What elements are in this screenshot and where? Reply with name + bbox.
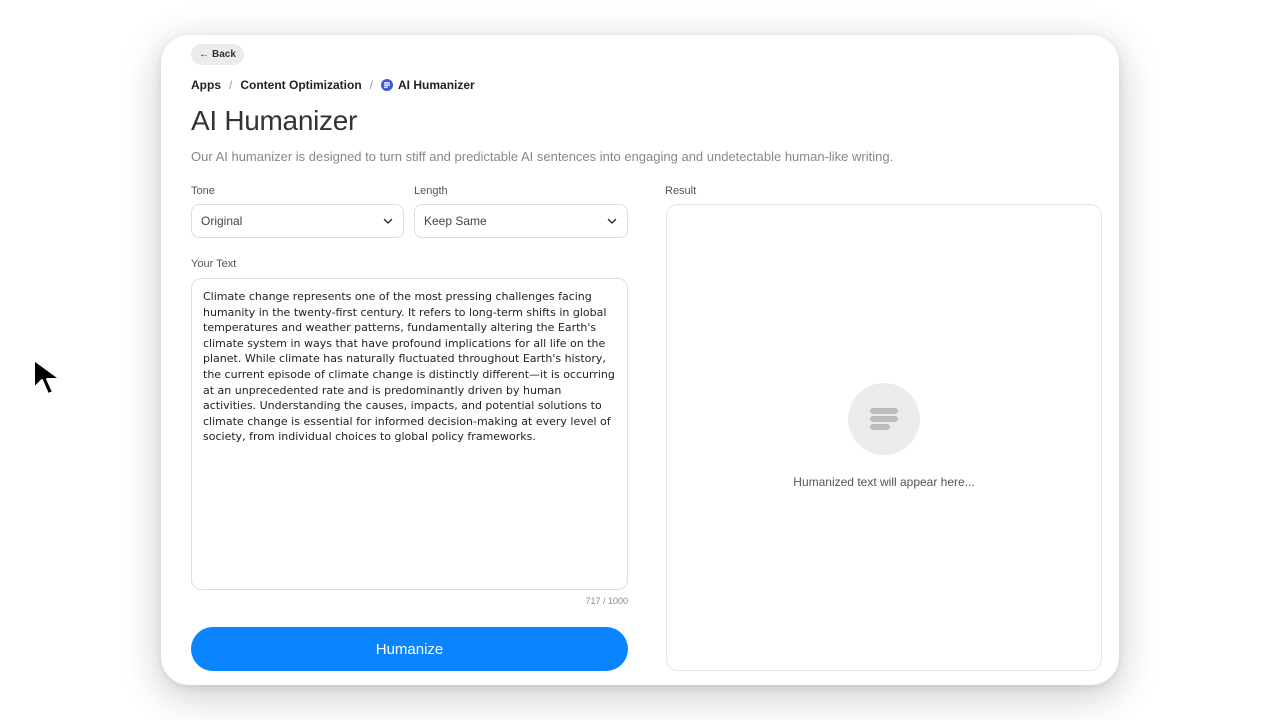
length-label: Length [414,185,448,197]
breadcrumb: Apps / Content Optimization / AI Humaniz… [191,78,475,92]
result-placeholder: Humanized text will appear here... [793,475,975,489]
app-window: ← Back Apps / Content Optimization / AI … [161,35,1119,685]
chevron-down-icon [383,218,393,224]
humanizer-app-icon [381,79,394,91]
tone-value: Original [201,214,243,228]
page-description: Our AI humanizer is designed to turn sti… [191,149,894,164]
breadcrumb-apps[interactable]: Apps [191,78,221,92]
breadcrumb-current: AI Humanizer [398,78,475,92]
breadcrumb-separator: / [369,78,374,92]
breadcrumb-content-optimization[interactable]: Content Optimization [240,78,361,92]
back-label: Back [212,49,236,60]
tone-select[interactable]: Original [191,204,404,238]
tone-label: Tone [191,185,215,197]
text-input-container: Climate change represents one of the mos… [191,278,628,590]
humanize-button[interactable]: Humanize [191,627,628,671]
back-button[interactable]: ← Back [191,44,244,65]
your-text-label: Your Text [191,258,237,270]
breadcrumb-separator: / [229,78,233,92]
text-lines-icon [870,408,898,430]
length-value: Keep Same [424,214,487,228]
text-input[interactable]: Climate change represents one of the mos… [203,289,616,579]
length-select[interactable]: Keep Same [414,204,628,238]
result-panel: Humanized text will appear here... [666,204,1102,671]
screen: ← Back Apps / Content Optimization / AI … [0,0,1280,720]
mouse-cursor-icon [33,359,61,395]
placeholder-icon-circle [848,383,920,455]
result-label: Result [665,185,697,197]
arrow-left-icon: ← [199,49,209,60]
character-counter: 717 / 1000 [585,596,628,606]
page-title: AI Humanizer [191,105,358,136]
chevron-down-icon [607,218,617,224]
